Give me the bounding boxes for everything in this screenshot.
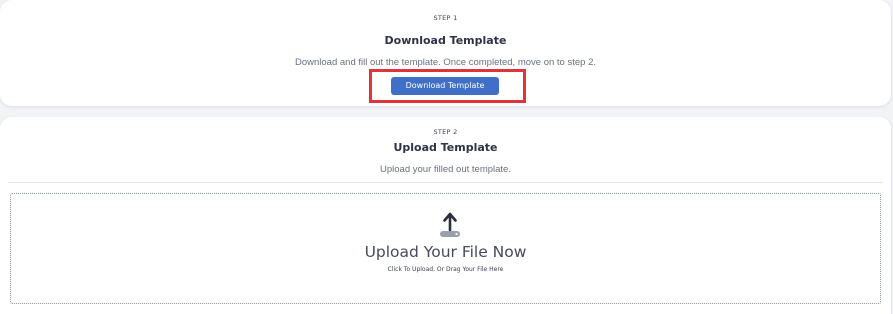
step2-label: STEP 2 <box>433 128 458 136</box>
step2-card: STEP 2 Upload Template Upload your fille… <box>0 117 891 314</box>
divider <box>8 182 883 183</box>
step2-title: Upload Template <box>393 141 498 154</box>
download-template-button[interactable]: Download Template <box>391 77 499 95</box>
dropzone-subtitle: Click To Upload, Or Drag Your File Here <box>387 266 504 273</box>
step1-card: STEP 1 Download Template Download and fi… <box>0 0 891 106</box>
upload-icon <box>440 212 460 237</box>
step2-description: Upload your filled out template. <box>380 164 511 175</box>
dropzone-title: Upload Your File Now <box>364 243 527 261</box>
step1-label: STEP 1 <box>433 14 458 22</box>
step1-title: Download Template <box>384 34 507 47</box>
file-dropzone[interactable]: Upload Your File Now Click To Upload, Or… <box>10 193 881 304</box>
step1-description: Download and fill out the template. Once… <box>294 57 596 68</box>
